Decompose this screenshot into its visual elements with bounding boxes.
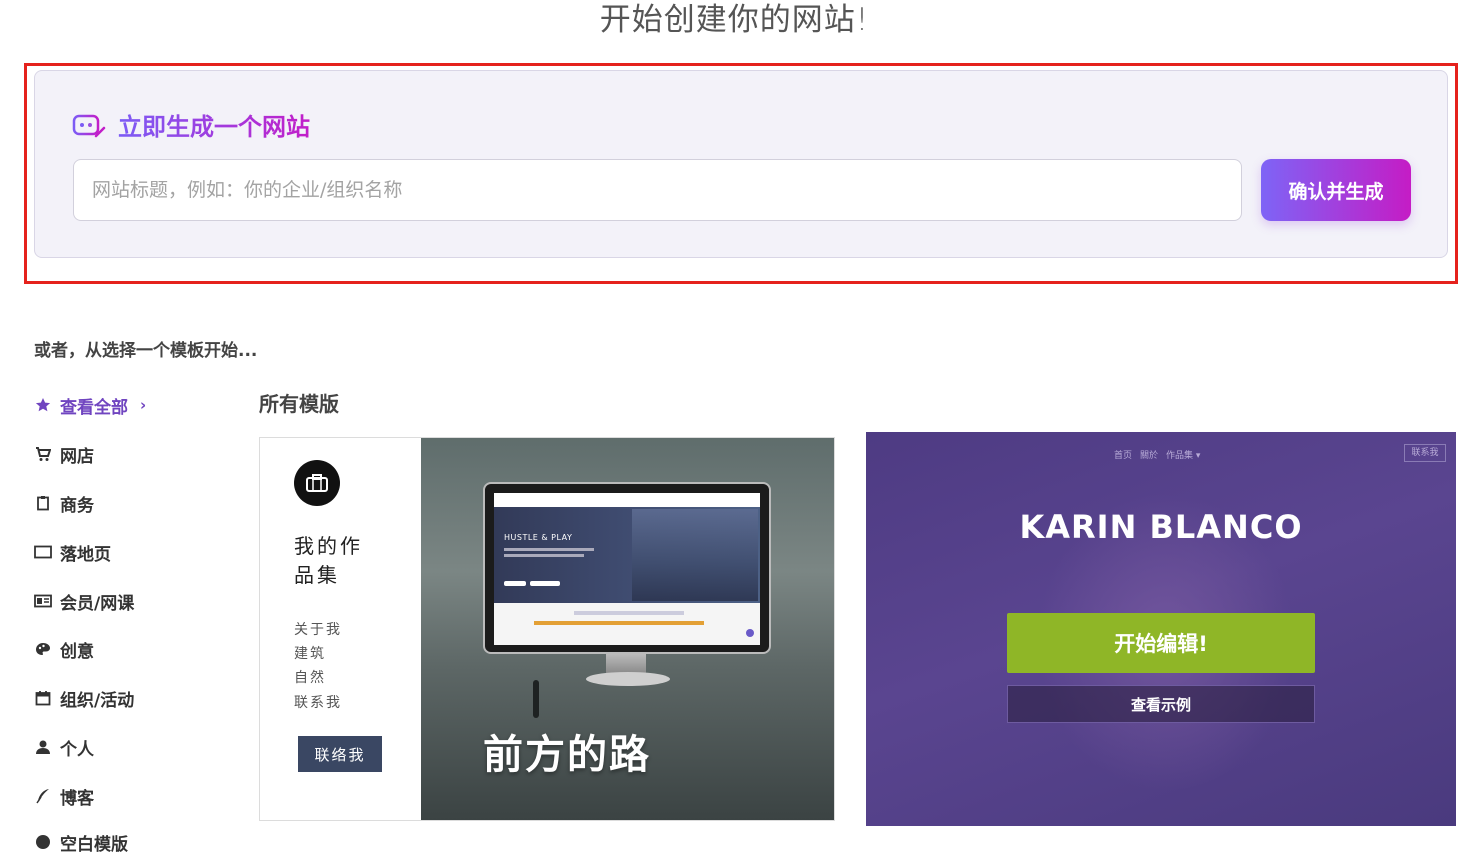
view-demo-button[interactable]: 查看示例 <box>1007 685 1315 723</box>
screen-heading: HUSTLE & PLAY <box>504 533 573 542</box>
sidebar-item-label: 落地页 <box>60 544 111 565</box>
generator-heading: 立即生成一个网站 <box>72 106 310 142</box>
sidebar-item-label: 组织/活动 <box>60 690 135 711</box>
template-portfolio-title: 我的作 品集 <box>294 532 363 590</box>
sidebar-item-events[interactable]: 组织/活动 <box>34 684 134 712</box>
sidebar-item-label: 查看全部 <box>60 397 128 418</box>
sidebar-item-label: 个人 <box>60 739 94 760</box>
template-nav-item: 關於 <box>1140 451 1159 461</box>
template-nav-item: 首页 <box>1114 451 1133 461</box>
section-title: 所有模版 <box>259 392 339 416</box>
or-choose-template-text: 或者，从选择一个模板开始... <box>34 341 258 361</box>
generator-heading-text: 立即生成一个网站 <box>118 107 310 142</box>
sidebar-item-blank[interactable]: 空白模版 <box>34 828 128 856</box>
chevron-right-icon: › <box>140 396 147 414</box>
sidebar-item-landing[interactable]: 落地页 <box>34 538 111 566</box>
template-portfolio-sidebar: 我的作 品集 关于我 建筑 自然 联系我 联络我 <box>260 438 421 820</box>
clipboard-icon <box>34 494 52 512</box>
sidebar-item-label: 空白模版 <box>60 834 128 855</box>
circle-icon <box>34 833 52 851</box>
page-title: 开始创建你的网站! <box>599 2 870 38</box>
monitor-mockup: HUSTLE & PLAY <box>483 482 771 654</box>
site-title-input[interactable] <box>73 159 1242 221</box>
window-icon <box>34 543 52 561</box>
start-editing-button[interactable]: 开始编辑! <box>1007 613 1315 673</box>
star-icon <box>34 396 52 414</box>
sidebar-item-all[interactable]: 查看全部 › <box>34 391 146 419</box>
template-nav-item: 建筑 <box>294 646 326 662</box>
monitor-base <box>586 672 670 686</box>
sidebar-item-shop[interactable]: 网店 <box>34 440 94 468</box>
template-portfolio-title-line: 品集 <box>294 563 340 587</box>
cart-icon <box>34 445 52 463</box>
sidebar-item-label: 会员/网课 <box>60 593 135 614</box>
sidebar-item-label: 创意 <box>60 641 94 662</box>
template-card-karin-blanco[interactable]: 首页 關於 作品集 ▾ 联系我 KARIN BLANCO 开始编辑! 查看示例 <box>866 432 1456 826</box>
feather-icon <box>34 787 52 805</box>
sidebar-item-label: 博客 <box>60 788 94 809</box>
palette-icon <box>34 640 52 658</box>
card-icon <box>34 592 52 610</box>
person-silhouette <box>533 680 539 718</box>
template-portfolio-hero: HUSTLE & PLAY 前方的路 <box>421 438 834 820</box>
sidebar-item-personal[interactable]: 个人 <box>34 733 94 761</box>
template-nav-item: 关于我 <box>294 622 342 638</box>
sidebar-item-membership[interactable]: 会员/网课 <box>34 587 134 615</box>
monitor-neck <box>606 654 646 674</box>
calendar-icon <box>34 689 52 707</box>
briefcase-icon <box>294 460 340 506</box>
sidebar-item-business[interactable]: 商务 <box>34 489 94 517</box>
sidebar-item-label: 商务 <box>60 495 94 516</box>
template-nav-contact: 联系我 <box>1404 444 1446 462</box>
user-icon <box>34 738 52 756</box>
template-contact-button: 联络我 <box>298 736 382 772</box>
template-banner-text: 前方的路 <box>483 732 651 778</box>
template-nav-item: 作品集 ▾ <box>1166 451 1201 461</box>
template-nav-item: 自然 <box>294 670 326 686</box>
template-card-portfolio[interactable]: 我的作 品集 关于我 建筑 自然 联系我 联络我 HUSTLE & PLAY 前… <box>259 437 835 821</box>
template-name-heading: KARIN BLANCO <box>1019 508 1303 546</box>
template-portfolio-title-line: 我的作 <box>294 534 363 558</box>
confirm-generate-button[interactable]: 确认并生成 <box>1261 159 1411 221</box>
template-nav-item: 联系我 <box>294 695 342 711</box>
sidebar-item-creative[interactable]: 创意 <box>34 635 94 663</box>
sidebar-item-blog[interactable]: 博客 <box>34 782 94 810</box>
robot-icon <box>72 109 106 139</box>
sidebar-item-label: 网店 <box>60 446 94 467</box>
